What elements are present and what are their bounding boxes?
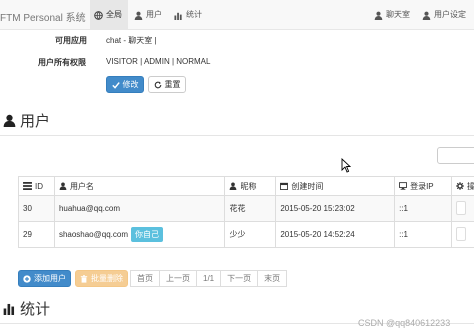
calendar-icon	[280, 182, 289, 190]
username-text: huahua@qq.com	[58, 204, 120, 213]
cell-username: huahua@qq.com	[53, 195, 226, 222]
bar-chart-icon	[174, 12, 182, 20]
cell-actions	[451, 221, 474, 248]
cell-login-ip: ::1	[394, 195, 452, 222]
watermark: CSDN @qq840612233	[358, 318, 451, 328]
brand-title[interactable]: FTM Personal 系统	[0, 9, 86, 24]
users-section-title-text: 用户	[20, 113, 51, 130]
users-section-divider	[0, 135, 474, 136]
table-header-row: ID 用户名 昵称 创建时间 登录IP 操	[18, 176, 474, 196]
user-icon	[374, 11, 383, 20]
user-icon	[422, 11, 431, 20]
row-action-button[interactable]	[456, 200, 466, 215]
nav-item-chatroom[interactable]: 聊天室	[374, 0, 410, 30]
nav-item-label: 统计	[186, 10, 202, 19]
nav-item-global[interactable]: 全局	[90, 0, 128, 30]
gear-icon	[456, 182, 464, 190]
current-user-badge: 你自己	[131, 227, 163, 242]
edit-button-label: 修改	[122, 80, 139, 89]
trash-icon	[80, 274, 88, 283]
reset-button-label: 重置	[164, 80, 181, 89]
users-section-title: 用户	[3, 110, 50, 131]
column-header-actions[interactable]: 操	[451, 176, 474, 196]
column-header-created-time[interactable]: 创建时间	[275, 176, 396, 196]
users-table: ID 用户名 昵称 创建时间 登录IP 操 30 huahua@qq.com 花…	[18, 176, 474, 248]
cell-login-ip: ::1	[394, 221, 452, 248]
nav-item-label: 用户设定	[434, 10, 466, 19]
nav-item-label: 聊天室	[386, 10, 410, 19]
top-navbar: FTM Personal 系统 全局 用户 统计 聊天室 用户设定	[0, 0, 474, 30]
globe-icon	[94, 10, 103, 20]
nav-item-user-settings[interactable]: 用户设定	[422, 0, 466, 30]
table-row[interactable]: 30 huahua@qq.com 花花 2015-05-20 15:23:02 …	[18, 195, 474, 222]
cell-actions	[451, 195, 474, 222]
list-icon	[23, 182, 32, 190]
pagination: 首页 上一页 1/1 下一页 末页	[130, 270, 288, 287]
cell-username: shaoshao@qq.com 你自己	[53, 221, 226, 248]
nav-item-label: 用户	[146, 10, 162, 19]
stats-section-title-text: 统计	[20, 301, 51, 318]
edit-permissions-button[interactable]: 修改	[106, 76, 144, 93]
stats-section-title: 统计	[3, 298, 50, 319]
available-apps-label: 可用应用	[55, 36, 87, 45]
user-icon	[230, 182, 237, 190]
cell-nickname: 少少	[224, 221, 277, 248]
add-user-label: 添加用户	[34, 274, 66, 283]
column-header-label: ID	[35, 181, 43, 191]
pager-next[interactable]: 下一页	[220, 270, 259, 287]
column-header-login-ip[interactable]: 登录IP	[394, 176, 452, 196]
column-header-id[interactable]: ID	[18, 176, 55, 196]
cell-created-time: 2015-05-20 14:52:24	[275, 221, 396, 248]
check-icon	[111, 81, 120, 89]
cell-created-time: 2015-05-20 15:23:02	[275, 195, 396, 222]
user-icon	[134, 11, 143, 20]
username-text: shaoshao@qq.com	[58, 230, 128, 239]
column-header-label: 用户名	[69, 181, 94, 191]
nav-item-stats[interactable]: 统计	[174, 0, 202, 30]
add-user-button[interactable]: 添加用户	[18, 270, 71, 287]
reset-permissions-button[interactable]: 重置	[148, 76, 186, 93]
nav-item-label: 全局	[106, 10, 122, 19]
cell-id: 30	[18, 195, 55, 222]
pager-prev[interactable]: 上一页	[159, 270, 197, 287]
mouse-cursor-icon	[341, 158, 351, 173]
user-search-input[interactable]	[437, 147, 474, 164]
cell-nickname: 花花	[224, 195, 277, 222]
column-header-label: 登录IP	[410, 181, 434, 191]
pager-first[interactable]: 首页	[130, 270, 160, 287]
monitor-icon	[399, 182, 408, 190]
plus-circle-icon	[23, 274, 31, 283]
refresh-icon	[154, 81, 161, 88]
column-header-username[interactable]: 用户名	[53, 176, 226, 196]
pager-current: 1/1	[196, 270, 222, 287]
pager-last[interactable]: 末页	[257, 270, 288, 287]
column-header-label: 昵称	[240, 181, 257, 191]
bar-chart-icon	[3, 303, 15, 315]
column-header-label: 创建时间	[291, 181, 324, 191]
nav-item-users[interactable]: 用户	[134, 0, 162, 30]
column-header-nickname[interactable]: 昵称	[224, 176, 277, 196]
batch-delete-label: 批量删除	[91, 274, 123, 283]
cell-id: 29	[18, 221, 55, 248]
user-icon	[59, 182, 67, 190]
table-row[interactable]: 29 shaoshao@qq.com 你自己 少少 2015-05-20 14:5…	[18, 221, 474, 248]
row-action-button[interactable]	[456, 226, 466, 241]
user-permissions-label: 用户所有权限	[38, 58, 86, 67]
user-icon	[3, 114, 16, 127]
available-apps-value: chat - 聊天室 |	[106, 36, 157, 45]
user-permissions-value: VISITOR | ADMIN | NORMAL	[106, 57, 211, 66]
batch-delete-button[interactable]: 批量删除	[75, 270, 128, 287]
column-header-label: 操	[467, 181, 474, 191]
